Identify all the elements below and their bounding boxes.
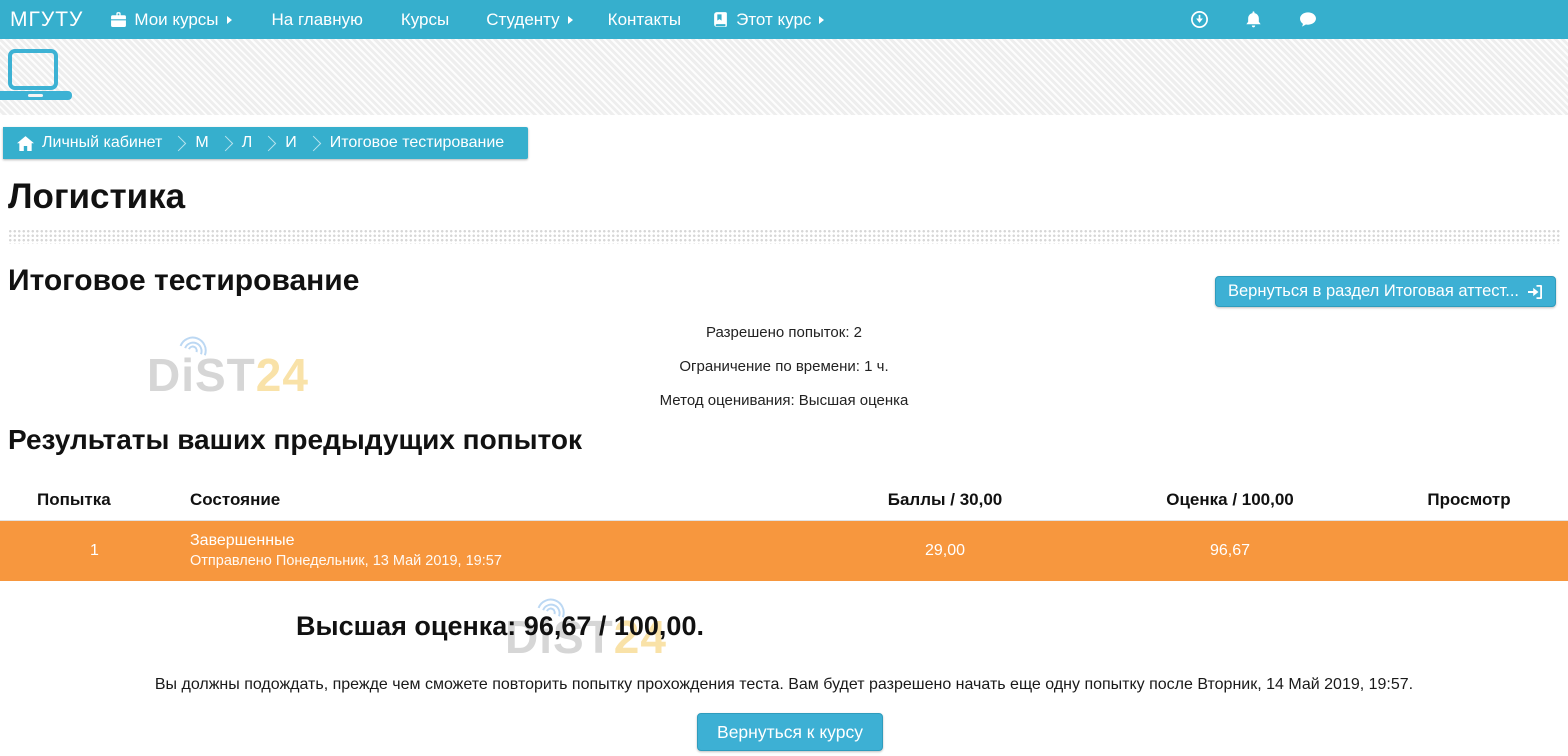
nav-contacts[interactable]: Контакты <box>608 10 681 30</box>
dotted-divider <box>8 229 1560 244</box>
attempt-state: Завершенные <box>190 530 799 551</box>
header-attempt: Попытка <box>0 481 160 520</box>
dist24-watermark: DiST24 <box>147 328 309 398</box>
breadcrumb-m[interactable]: М <box>195 134 208 152</box>
chevron-right-icon <box>261 135 277 151</box>
nav-courses-label: Курсы <box>401 10 449 30</box>
navbar-icon-group <box>1190 0 1318 39</box>
header-grade: Оценка / 100,00 <box>1090 481 1370 520</box>
nav-student[interactable]: Студенту <box>486 10 572 30</box>
chevron-right-icon <box>217 135 233 151</box>
table-header-row: Попытка Состояние Баллы / 30,00 Оценка /… <box>0 481 1568 520</box>
top-navbar: МГУТУ Мои курсы На главную Курсы Студент… <box>0 0 1568 39</box>
sign-in-icon <box>1527 284 1543 300</box>
attempts-table: Попытка Состояние Баллы / 30,00 Оценка /… <box>0 481 1568 581</box>
briefcase-icon <box>110 11 127 28</box>
course-title: Логистика <box>8 177 185 217</box>
home-icon <box>17 136 34 151</box>
nav-contacts-label: Контакты <box>608 10 681 30</box>
nav-my-courses[interactable]: Мои курсы <box>110 10 231 30</box>
chevron-right-icon <box>171 135 187 151</box>
back-to-section-button[interactable]: Вернуться в раздел Итоговая аттест... <box>1215 276 1556 307</box>
book-icon <box>712 11 729 28</box>
header-review: Просмотр <box>1370 481 1568 520</box>
breadcrumb-dashboard[interactable]: Личный кабинет <box>42 134 162 152</box>
bell-icon[interactable] <box>1244 10 1263 29</box>
chevron-right-icon <box>305 135 321 151</box>
back-to-course-button[interactable]: Вернуться к курсу <box>697 713 883 751</box>
breadcrumb-current[interactable]: Итоговое тестирование <box>330 134 505 152</box>
attempt-state-cell: Завершенные Отправлено Понедельник, 13 М… <box>160 520 800 581</box>
nav-my-courses-label: Мои курсы <box>134 10 218 30</box>
nav-courses[interactable]: Курсы <box>401 10 449 30</box>
back-to-course-wrap: Вернуться к курсу <box>0 713 1568 751</box>
header-state: Состояние <box>160 481 800 520</box>
back-to-section-label: Вернуться в раздел Итоговая аттест... <box>1228 282 1519 301</box>
brand-logo[interactable]: МГУТУ <box>10 8 83 32</box>
wait-message: Вы должны подождать, прежде чем сможете … <box>0 676 1568 694</box>
attempt-marks-cell: 29,00 <box>800 520 1090 581</box>
nav-home-label: На главную <box>272 10 363 30</box>
chat-icon[interactable] <box>1298 11 1318 28</box>
attempt-review-cell <box>1370 520 1568 581</box>
nav-this-course-label: Этот курс <box>736 10 811 30</box>
quiz-title: Итоговое тестирование <box>8 264 359 298</box>
breadcrumb-i[interactable]: И <box>285 134 297 152</box>
attempt-row: 1 Завершенные Отправлено Понедельник, 13… <box>0 520 1568 581</box>
nav-this-course[interactable]: Этот курс <box>712 10 824 30</box>
attempt-number-cell: 1 <box>0 520 160 581</box>
attempt-grade-cell: 96,67 <box>1090 520 1370 581</box>
results-heading: Результаты ваших предыдущих попыток <box>8 424 582 456</box>
download-circle-icon[interactable] <box>1190 10 1209 29</box>
caret-right-icon <box>227 16 232 24</box>
back-to-course-label: Вернуться к курсу <box>717 722 863 743</box>
nav-student-label: Студенту <box>486 10 559 30</box>
nav-home[interactable]: На главную <box>272 10 363 30</box>
breadcrumb: Личный кабинет М Л И Итоговое тестирован… <box>3 127 528 159</box>
header-marks: Баллы / 30,00 <box>800 481 1090 520</box>
quiz-page: МГУТУ Мои курсы На главную Курсы Студент… <box>0 0 1568 756</box>
caret-right-icon <box>819 16 824 24</box>
header-banner <box>0 39 1568 115</box>
attempt-submitted-date: Отправлено Понедельник, 13 Май 2019, 19:… <box>190 551 799 572</box>
caret-right-icon <box>568 16 573 24</box>
breadcrumb-l[interactable]: Л <box>242 134 253 152</box>
grade-summary: Высшая оценка: 96,67 / 100,00. <box>0 611 1000 642</box>
